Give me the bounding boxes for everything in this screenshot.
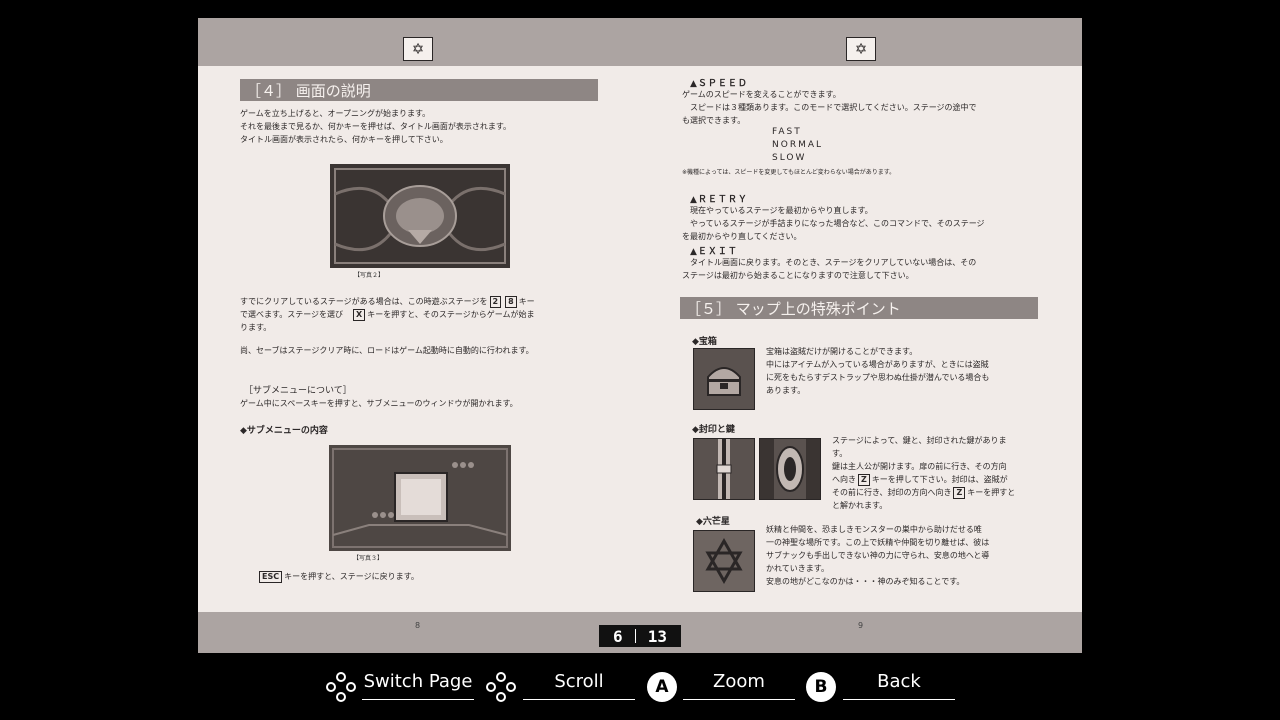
photo-caption: 【写真３】 [353, 555, 384, 562]
page-header-band [198, 18, 1082, 66]
key-esc-icon: ESC [259, 571, 283, 583]
speed-line: スピードは３種類あります。このモードで選択してください。ステージの途中で [682, 103, 977, 112]
speed-option-fast: FAST [772, 127, 802, 137]
back-hint[interactable]: Back [843, 669, 955, 700]
hexagram-line: かれていきます。 [766, 564, 829, 573]
treasure-heading: ◆宝箱 [692, 337, 717, 347]
submenu-heading: ［サブメニューについて］ [244, 386, 352, 396]
counter-divider [634, 629, 636, 643]
b-button-icon: B [806, 672, 836, 702]
section-4-title: ［４］ 画面の説明 [240, 79, 598, 101]
seal-line: その前に行き、封印の方向へ向き Z キーを押すと [832, 487, 1016, 499]
hexagram-emblem-icon: ✡ [403, 37, 433, 61]
stage-select-line: ります。 [240, 323, 272, 332]
speed-line: も選択できます。 [682, 116, 746, 125]
sealed-door-icon [759, 438, 821, 500]
total-pages: 13 [647, 626, 667, 646]
submenu-text: ゲーム中にスペースキーを押すと、サブメニューのウィンドウが開かれます。 [240, 399, 518, 408]
submenu-photo [329, 445, 511, 551]
zoom-hint[interactable]: Zoom [683, 669, 795, 700]
intro-line: ゲームを立ち上げると、オープニングが始まります。 [240, 109, 431, 118]
treasure-line: 宝箱は盗賊だけが開けることができます。 [766, 347, 918, 356]
current-page: 6 [613, 626, 623, 646]
key-x-icon: X [353, 309, 366, 321]
switch-page-hint[interactable]: Switch Page [362, 669, 474, 700]
retry-line: を最初からやり直してください。 [682, 232, 802, 241]
submenu-contents-heading: ◆サブメニューの内容 [240, 426, 328, 436]
hexagram-tile-icon [693, 530, 755, 592]
treasure-line: に死をもたらすデストラップや思わぬ仕掛が潜んでいる場合も [766, 373, 990, 382]
key-z-icon: Z [953, 487, 966, 499]
photo-caption: 【写真２】 [354, 272, 385, 279]
hexagram-emblem-icon: ✡ [846, 37, 876, 61]
esc-instruction: ESC キーを押すと、ステージに戻ります。 [257, 570, 419, 583]
seal-line: へ向き Z キーを押して下さい。封印は、盗賊が [832, 474, 1008, 486]
treasure-line: 中にはアイテムが入っている場合がありますが、ときには盗賊 [766, 360, 989, 369]
key-2-icon: 2 [489, 296, 502, 308]
hexagram-line: サブナックも手出しできない神の力に守られ、安息の地へと導 [766, 551, 990, 560]
scroll-hint[interactable]: Scroll [523, 669, 635, 700]
hexagram-line: 妖精と仲間を、恐ましきモンスターの巣中から助けだせる唯 [766, 525, 982, 534]
hexagram-heading: ◆六芒星 [696, 517, 730, 527]
hexagram-line: 安息の地がどこなのかは・・・神のみぞ知ることです。 [766, 577, 965, 586]
left-page-number: 8 [415, 621, 421, 630]
seal-line: 鍵は主人公が開けます。扉の前に行き、その方向 [832, 462, 1007, 471]
retry-line: やっているステージが手詰まりになった場合など、このコマンドで、そのステージ [682, 219, 985, 228]
seal-line: ステージによって、鍵と、封印された鍵がありま [832, 436, 1007, 445]
key-8-icon: 8 [505, 296, 517, 308]
seal-line: と解かれます。 [832, 501, 888, 510]
control-hints-bar: Switch Page Scroll A Zoom B Back [0, 665, 1280, 709]
treasure-line: あります。 [766, 386, 806, 395]
exit-line: タイトル画面に戻ります。そのとき、ステージをクリアしていない場合は、その [682, 258, 977, 267]
section-5-title: ［５］ マップ上の特殊ポイント [680, 297, 1038, 319]
title-screen-photo [330, 164, 510, 268]
speed-option-normal: NORMAL [772, 140, 824, 150]
manual-viewer[interactable]: ✡ ✡ ［４］ 画面の説明 ゲームを立ち上げると、オープニングが始まります。 そ… [198, 18, 1082, 653]
seal-line: す。 [832, 449, 848, 458]
hexagram-line: 一の神聖な場所です。この上で妖精や仲間を切り離せば、彼は [766, 538, 990, 547]
treasure-chest-icon [693, 348, 755, 410]
key-z-icon: Z [858, 474, 870, 486]
key-door-icon [693, 438, 755, 500]
page-counter: 6 13 [599, 625, 681, 647]
speed-option-slow: SLOW [772, 153, 807, 163]
stage-select-line: で選べます。ステージを選び X キーを押すと、そのステージからゲームが始ま [240, 309, 535, 321]
save-note: 尚、セーブはステージクリア時に、ロードはゲーム起動時に自動的に行われます。 [240, 346, 534, 355]
speed-note: ※機種によっては、スピードを変更してもほとんど変わらない場合があります。 [682, 169, 896, 176]
seal-heading: ◆封印と鍵 [692, 425, 735, 435]
stage-select-line: すでにクリアしているステージがある場合は、この時遊ぶステージを 2 8 キー [240, 296, 535, 308]
retry-line: 現在やっているステージを最初からやり直します。 [682, 206, 873, 215]
a-button-icon: A [647, 672, 677, 702]
right-page-number: 9 [858, 621, 864, 630]
speed-options: FAST NORMAL SLOW [772, 126, 823, 165]
intro-line: それを最後まで見るか、何かキーを押せば、タイトル画面が表示されます。 [240, 122, 512, 131]
right-stick-icon [486, 672, 516, 702]
speed-line: ゲームのスピードを変えることができます。 [682, 90, 841, 99]
intro-line: タイトル画面が表示されたら、何かキーを押して下さい。 [240, 135, 448, 144]
exit-line: ステージは最初から始まることになりますので注意して下さい。 [682, 271, 914, 280]
dpad-icon [326, 672, 356, 702]
